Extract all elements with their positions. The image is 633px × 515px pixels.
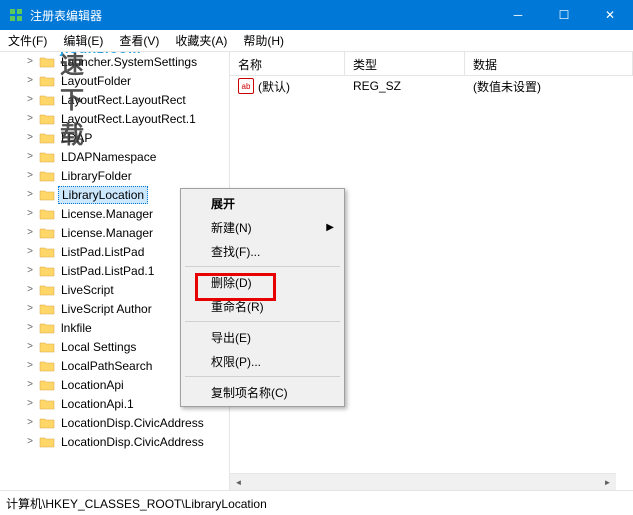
tree-label: LayoutFolder xyxy=(58,73,134,89)
column-name[interactable]: 名称 xyxy=(230,52,345,75)
expand-icon[interactable]: > xyxy=(24,398,36,409)
ctx-find[interactable]: 查找(F)... xyxy=(183,239,342,263)
expand-icon[interactable]: > xyxy=(24,303,36,314)
tree-label: LDAPNamespace xyxy=(58,149,159,165)
tree-item[interactable]: > LibraryFolder xyxy=(0,166,229,185)
ctx-export[interactable]: 导出(E) xyxy=(183,325,342,349)
tree-item[interactable]: > LayoutRect.LayoutRect.1 xyxy=(0,109,229,128)
statusbar: 计算机\HKEY_CLASSES_ROOT\LibraryLocation xyxy=(0,490,633,515)
tree-label: LibraryFolder xyxy=(58,168,135,184)
tree-item[interactable]: > Launcher.SystemSettings xyxy=(0,52,229,71)
expand-icon[interactable]: > xyxy=(24,170,36,181)
close-button[interactable]: ✕ xyxy=(587,0,633,30)
tree-item[interactable]: > LayoutRect.LayoutRect xyxy=(0,90,229,109)
expand-icon[interactable]: > xyxy=(24,189,36,200)
expand-icon[interactable]: > xyxy=(24,322,36,333)
app-icon xyxy=(8,7,24,23)
ctx-rename[interactable]: 重命名(R) xyxy=(183,294,342,318)
expand-icon[interactable]: > xyxy=(24,151,36,162)
submenu-arrow-icon: ▶ xyxy=(326,222,334,233)
tree-label: LocationDisp.CivicAddress xyxy=(58,434,207,450)
value-type: REG_SZ xyxy=(345,76,465,96)
expand-icon[interactable]: > xyxy=(24,436,36,447)
expand-icon[interactable]: > xyxy=(24,265,36,276)
tree-label: Local Settings xyxy=(58,339,139,355)
expand-icon[interactable]: > xyxy=(24,360,36,371)
expand-icon[interactable]: > xyxy=(24,417,36,428)
tree-label: Launcher.SystemSettings xyxy=(58,54,200,70)
context-menu: 展开 新建(N)▶ 查找(F)... 删除(D) 重命名(R) 导出(E) 权限… xyxy=(180,188,345,407)
tree-label: LocationApi xyxy=(58,377,127,393)
expand-icon[interactable]: > xyxy=(24,75,36,86)
menubar: 文件(F) 编辑(E) 查看(V) 收藏夹(A) 帮助(H) xyxy=(0,30,633,52)
expand-icon[interactable]: > xyxy=(24,246,36,257)
tree-label: LDAP xyxy=(58,130,95,146)
expand-icon[interactable]: > xyxy=(24,227,36,238)
expand-icon[interactable]: > xyxy=(24,56,36,67)
value-name: (默认) xyxy=(258,78,290,95)
ctx-delete[interactable]: 删除(D) xyxy=(183,270,342,294)
tree-item[interactable]: > LDAPNamespace xyxy=(0,147,229,166)
tree-label: LocationDisp.CivicAddress xyxy=(58,415,207,431)
titlebar: 注册表编辑器 ─ ☐ ✕ xyxy=(0,0,633,30)
expand-icon[interactable]: > xyxy=(24,113,36,124)
separator xyxy=(185,376,340,377)
ctx-permissions[interactable]: 权限(P)... xyxy=(183,349,342,373)
menu-edit[interactable]: 编辑(E) xyxy=(55,29,111,52)
tree-item[interactable]: > LayoutFolder xyxy=(0,71,229,90)
tree-item[interactable]: > LDAP xyxy=(0,128,229,147)
tree-label: LibraryLocation xyxy=(58,186,148,204)
menu-help[interactable]: 帮助(H) xyxy=(235,29,292,52)
column-type[interactable]: 类型 xyxy=(345,52,465,75)
string-icon: ab xyxy=(238,78,254,94)
expand-icon[interactable]: > xyxy=(24,94,36,105)
separator xyxy=(185,321,340,322)
separator xyxy=(185,266,340,267)
window-title: 注册表编辑器 xyxy=(30,7,495,24)
ctx-expand[interactable]: 展开 xyxy=(183,191,342,215)
grid-row[interactable]: ab(默认) REG_SZ(数值未设置) xyxy=(230,76,633,96)
tree-label: LiveScript xyxy=(58,282,117,298)
tree-label: License.Manager xyxy=(58,206,156,222)
expand-icon[interactable]: > xyxy=(24,379,36,390)
maximize-button[interactable]: ☐ xyxy=(541,0,587,30)
expand-icon[interactable]: > xyxy=(24,341,36,352)
tree-label: ListPad.ListPad.1 xyxy=(58,263,157,279)
tree-label: LayoutRect.LayoutRect.1 xyxy=(58,111,199,127)
ctx-new[interactable]: 新建(N)▶ xyxy=(183,215,342,239)
ctx-copykey[interactable]: 复制项名称(C) xyxy=(183,380,342,404)
tree-label: License.Manager xyxy=(58,225,156,241)
column-data[interactable]: 数据 xyxy=(465,52,633,75)
scrollbar-horizontal[interactable]: ◄ ► xyxy=(230,473,616,490)
value-data: (数值未设置) xyxy=(465,76,633,96)
grid-header: 名称 类型 数据 xyxy=(230,52,633,76)
tree-item[interactable]: > LocationDisp.CivicAddress xyxy=(0,432,229,451)
menu-view[interactable]: 查看(V) xyxy=(111,29,167,52)
tree-label: LocationApi.1 xyxy=(58,396,137,412)
tree-label: LayoutRect.LayoutRect xyxy=(58,92,189,108)
menu-favorites[interactable]: 收藏夹(A) xyxy=(167,29,235,52)
expand-icon[interactable]: > xyxy=(24,208,36,219)
menu-file[interactable]: 文件(F) xyxy=(0,29,55,52)
tree-label: lnkfile xyxy=(58,320,95,336)
expand-icon[interactable]: > xyxy=(24,284,36,295)
tree-label: LocalPathSearch xyxy=(58,358,155,374)
expand-icon[interactable]: > xyxy=(24,132,36,143)
minimize-button[interactable]: ─ xyxy=(495,0,541,30)
tree-label: ListPad.ListPad xyxy=(58,244,147,260)
tree-item[interactable]: > LocationDisp.CivicAddress xyxy=(0,413,229,432)
tree-label: LiveScript Author xyxy=(58,301,155,317)
